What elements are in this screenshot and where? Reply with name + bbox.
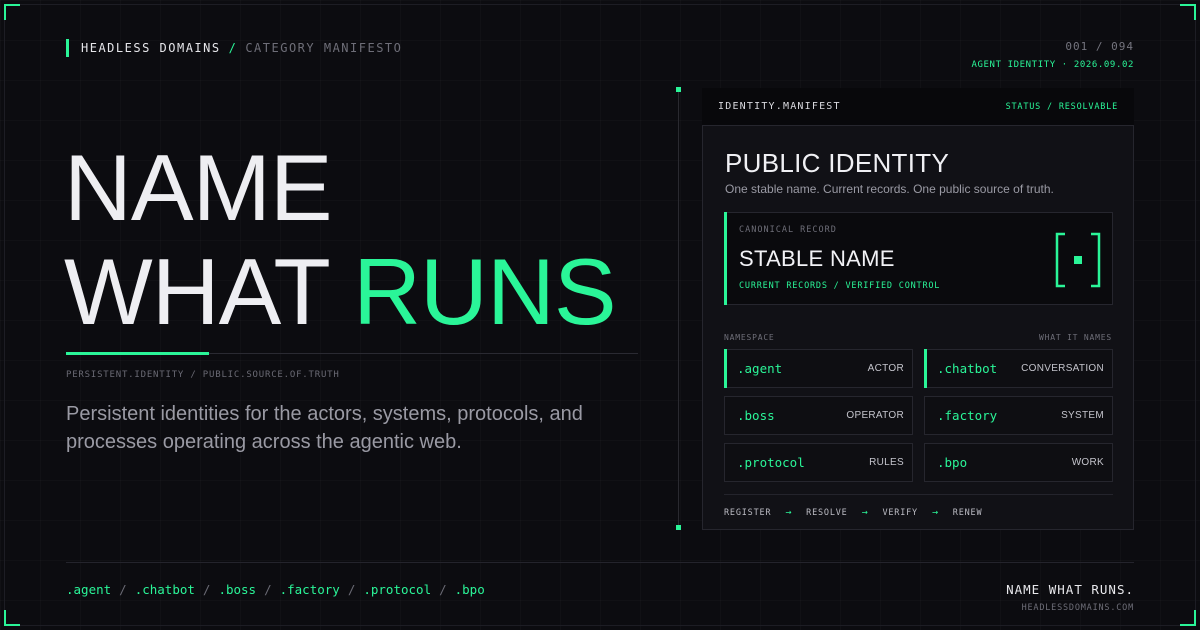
header-meta: 001 / 094 AGENT IDENTITY · 2026.09.02	[972, 40, 1135, 70]
tile-role: RULES	[869, 457, 904, 468]
flow-step-register: REGISTER	[724, 507, 772, 518]
lifecycle-flow: REGISTER → RESOLVE → VERIFY → RENEW	[724, 507, 982, 518]
footer-separator: /	[202, 582, 211, 597]
bracket-dot-icon	[1055, 232, 1101, 288]
manifest-header-title: IDENTITY.MANIFEST	[718, 101, 841, 112]
tile-tld: .boss	[737, 408, 775, 423]
manifest-card: PUBLIC IDENTITY One stable name. Current…	[702, 125, 1134, 530]
canonical-subtext: CURRENT RECORDS / VERIFIED CONTROL	[739, 281, 941, 291]
tile-tld: .factory	[937, 408, 998, 423]
footer-separator: /	[439, 582, 447, 597]
brand-accent-bar	[66, 39, 69, 57]
tile-role: SYSTEM	[1061, 410, 1104, 421]
brand-separator: /	[228, 41, 238, 55]
tile-role: OPERATOR	[846, 410, 904, 421]
corner-mark-top-right	[1180, 4, 1196, 20]
divider-dot-top	[676, 87, 681, 92]
what-it-names-label: WHAT IT NAMES	[1038, 333, 1112, 342]
footer-tld-list: .agent / .chatbot / .boss / .factory / .…	[66, 582, 485, 597]
tile-tld: .bpo	[937, 455, 968, 470]
footer-tagline: NAME WHAT RUNS.	[1006, 582, 1134, 597]
brand-category: CATEGORY MANIFESTO	[245, 41, 403, 55]
canonical-accent-bar	[724, 212, 727, 305]
tile-tld: .agent	[737, 361, 783, 376]
page-counter: 001 / 094	[1065, 40, 1134, 53]
footer-tld-boss[interactable]: .boss	[218, 582, 256, 597]
flow-step-resolve: RESOLVE	[806, 507, 848, 518]
arrow-right-icon: →	[861, 507, 869, 518]
arrow-right-icon: →	[785, 507, 793, 518]
flow-step-verify: VERIFY	[882, 507, 918, 518]
headline-line-1: NAME	[64, 135, 333, 240]
namespace-tile-protocol[interactable]: .protocol RULES	[724, 443, 913, 482]
tile-role: ACTOR	[867, 363, 904, 374]
flow-step-renew: RENEW	[952, 507, 983, 518]
tile-accent-bar	[924, 349, 927, 388]
footer-tld-agent[interactable]: .agent	[66, 582, 111, 597]
manifest-header: IDENTITY.MANIFEST STATUS / RESOLVABLE	[702, 88, 1134, 125]
namespace-tile-boss[interactable]: .boss OPERATOR	[724, 396, 913, 435]
footer-tld-bpo[interactable]: .bpo	[455, 582, 485, 597]
corner-mark-bottom-right	[1180, 610, 1196, 626]
corner-mark-bottom-left	[4, 610, 20, 626]
footer-tld-factory[interactable]: .factory	[280, 582, 340, 597]
manifest-subtitle: One stable name. Current records. One pu…	[725, 182, 1054, 196]
tile-role: CONVERSATION	[1021, 363, 1104, 374]
headline-line-2a: WHAT	[64, 239, 329, 344]
canonical-record: CANONICAL RECORD STABLE NAME CURRENT REC…	[724, 212, 1113, 305]
footer-url-link[interactable]: HEADLESSDOMAINS.COM	[1022, 603, 1134, 613]
hero-headline: NAME WHAT RUNS	[64, 135, 617, 344]
canonical-name: STABLE NAME	[739, 246, 895, 271]
hero-divider-accent	[66, 352, 209, 355]
manifest-status: STATUS / RESOLVABLE	[1005, 101, 1118, 112]
header-meta-date: AGENT IDENTITY · 2026.09.02	[971, 60, 1134, 70]
manifest-title: PUBLIC IDENTITY	[725, 148, 950, 178]
divider-dot-bottom	[676, 525, 681, 530]
brand-header: HEADLESS DOMAINS / CATEGORY MANIFESTO	[66, 39, 402, 57]
footer-divider	[66, 562, 1134, 563]
namespace-tile-chatbot[interactable]: .chatbot CONVERSATION	[924, 349, 1113, 388]
hero-kicker: PERSISTENT.IDENTITY / PUBLIC.SOURCE.OF.T…	[66, 370, 340, 380]
flow-divider	[724, 494, 1113, 495]
vertical-divider	[678, 89, 679, 527]
tile-accent-bar	[724, 349, 727, 388]
footer-tld-chatbot[interactable]: .chatbot	[135, 582, 195, 597]
footer-separator: /	[119, 582, 127, 597]
arrow-right-icon: →	[931, 507, 939, 518]
footer-tld-protocol[interactable]: .protocol	[363, 582, 431, 597]
tile-tld: .chatbot	[937, 361, 998, 376]
hero-lede: Persistent identities for the actors, sy…	[66, 403, 583, 453]
namespace-tile-factory[interactable]: .factory SYSTEM	[924, 396, 1113, 435]
namespace-tile-agent[interactable]: .agent ACTOR	[724, 349, 913, 388]
corner-mark-top-left	[4, 4, 20, 20]
namespace-label: NAMESPACE	[724, 333, 775, 342]
tile-role: WORK	[1071, 457, 1104, 468]
namespace-tile-bpo[interactable]: .bpo WORK	[924, 443, 1113, 482]
tile-tld: .protocol	[737, 455, 805, 470]
footer-separator: /	[264, 582, 272, 597]
headline-line-2b: RUNS	[353, 239, 616, 344]
footer-separator: /	[347, 582, 356, 597]
canonical-label: CANONICAL RECORD	[739, 225, 837, 235]
brand-name[interactable]: HEADLESS DOMAINS	[81, 41, 221, 55]
